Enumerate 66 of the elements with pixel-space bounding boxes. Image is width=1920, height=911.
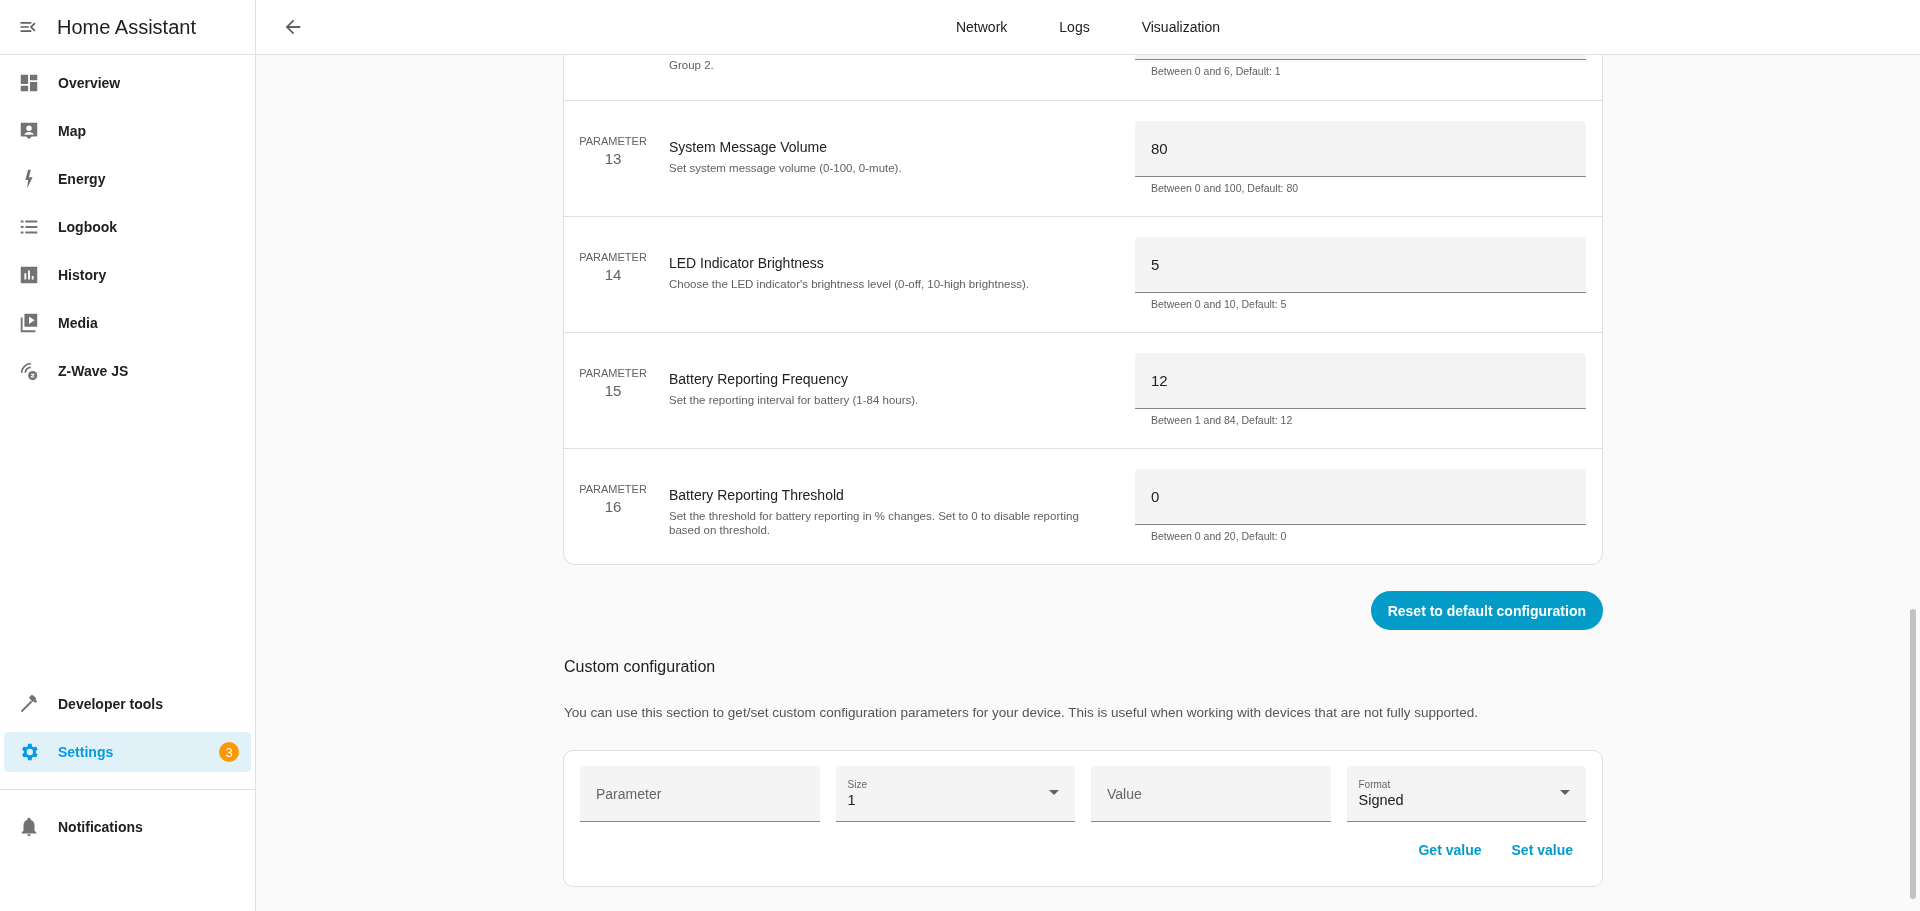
parameter-description: Set the threshold for battery reporting in % changes. Set to 0 to disable reporting based on threshold. [669, 509, 1080, 537]
notifications-item[interactable]: Notifications [4, 807, 251, 847]
parameter-input[interactable]: 5 [1135, 237, 1586, 293]
notification-badge: 3 [219, 742, 239, 762]
hammer-icon [18, 693, 40, 715]
parameter-label: PARAMETER [579, 251, 647, 263]
helper-text: Between 0 and 20, Default: 0 [1150, 529, 1288, 542]
parameter-description: Group 2. [669, 58, 715, 72]
parameter-title: Battery Reporting Threshold [669, 487, 845, 503]
sidebar-label: Z-Wave JS [58, 363, 129, 379]
parameter-label: PARAMETER [579, 483, 647, 495]
sidebar-item[interactable]: Map [4, 111, 251, 151]
helper-text: Between 0 and 10, Default: 5 [1150, 297, 1288, 310]
parameter-input[interactable] [1135, 55, 1586, 60]
parameter-title: LED Indicator Brightness [669, 255, 825, 271]
sidebar-label: Map [58, 123, 86, 139]
parameter-input[interactable]: 0 [1135, 469, 1586, 525]
sidebar-label: Logbook [58, 219, 118, 235]
parameter-number: 14 [604, 266, 622, 283]
person-pin-icon [18, 120, 40, 142]
app-title: Home Assistant [57, 15, 196, 39]
sidebar-label: Media [58, 315, 98, 331]
parameter-number: 15 [604, 382, 622, 399]
sidebar-item[interactable]: Energy [4, 159, 251, 199]
scrollbar[interactable] [1910, 609, 1916, 899]
sidebar-item[interactable]: Logbook [4, 207, 251, 247]
dropdown-field[interactable]: Format Signed [1346, 766, 1586, 822]
bar-chart-icon [18, 264, 40, 286]
parameter-description: Set the reporting interval for battery (1-84 hours). [669, 393, 920, 407]
parameter-number: 13 [604, 150, 622, 167]
sidebar-item[interactable]: Media [4, 303, 251, 343]
section-description: You can use this section to get/set custom configuration parameters for your device. This is useful when working with devices that are not fully supported. [563, 705, 1479, 720]
sidebar-item[interactable]: Z-Wave JS [4, 351, 251, 391]
sidebar-item[interactable]: Developer tools [4, 684, 251, 724]
sidebar-label: Notifications [58, 819, 143, 835]
dropdown-field[interactable]: Size 1 [835, 766, 1075, 822]
tab[interactable]: Visualization [1141, 13, 1221, 41]
wireless-icon [18, 360, 40, 382]
helper-text: Between 0 and 100, Default: 80 [1150, 181, 1300, 194]
text-field[interactable]: Parameter [580, 766, 820, 822]
parameter-description: Choose the LED indicator's brightness level (0-off, 10-high brightness). [669, 277, 1030, 291]
parameter-label: PARAMETER [579, 367, 647, 379]
sidebar-label: Settings [58, 744, 114, 760]
sidebar-label: Developer tools [58, 696, 164, 712]
parameter-title: Battery Reporting Frequency [669, 371, 849, 387]
tab[interactable]: Logs [1059, 13, 1090, 41]
tab[interactable]: Network [955, 13, 1008, 41]
sidebar-label: Energy [58, 171, 106, 187]
sidebar-label: History [58, 267, 107, 283]
parameter-input[interactable]: 12 [1135, 353, 1586, 409]
dashboard-icon [18, 72, 40, 94]
sidebar-item[interactable]: Overview [4, 63, 251, 103]
parameter-title: System Message Volume [669, 139, 828, 155]
parameter-description: Set system message volume (0-100, 0-mute). [669, 161, 903, 175]
play-icon [18, 312, 40, 334]
text-field[interactable]: Value [1091, 766, 1331, 822]
parameter-input[interactable]: 80 [1135, 121, 1586, 177]
sidebar-label: Overview [58, 75, 121, 91]
helper-text: Between 0 and 6, Default: 1 [1150, 64, 1282, 77]
parameter-number: 16 [604, 498, 622, 515]
dropdown-caret-icon [1560, 790, 1570, 795]
sidebar-item[interactable]: History [4, 255, 251, 295]
section-title: Custom configuration [563, 658, 717, 676]
dropdown-caret-icon [1049, 790, 1059, 795]
helper-text: Between 1 and 84, Default: 12 [1150, 413, 1294, 426]
parameter-label: PARAMETER [579, 135, 647, 147]
